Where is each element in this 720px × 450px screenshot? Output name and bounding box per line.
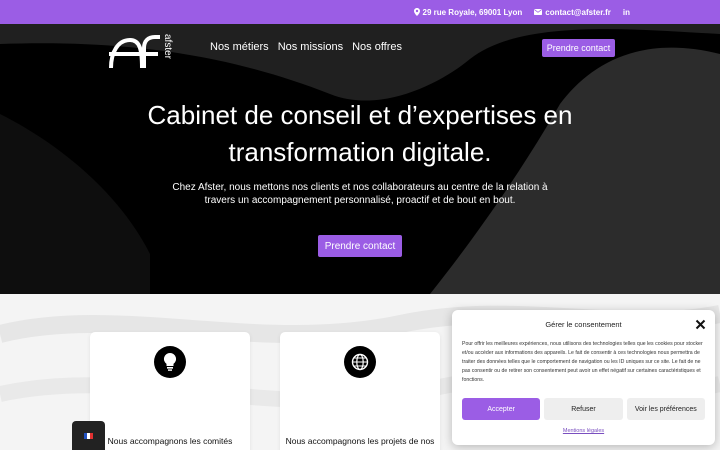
french-flag-icon xyxy=(84,432,93,439)
hero-title-line-1: Cabinet de conseil et d’expertises en xyxy=(147,100,573,130)
globe-icon xyxy=(344,346,376,378)
preferences-button[interactable]: Voir les préférences xyxy=(626,398,705,420)
main-nav: Nos métiers Nos missions Nos offres xyxy=(210,41,402,53)
hero-title: Cabinet de conseil et d’expertises en tr… xyxy=(0,97,720,171)
hero-subtitle: Chez Afster, nous mettons nos clients et… xyxy=(172,182,548,206)
cookie-consent-dialog: Gérer le consentement Pour offrir les me… xyxy=(452,310,715,445)
hero-section: afster Nos métiers Nos missions Nos offr… xyxy=(0,24,720,294)
nav-item-missions[interactable]: Nos missions xyxy=(278,41,343,53)
service-card[interactable]: Nous accompagnons les comités xyxy=(90,332,250,450)
email-item[interactable]: contact@afster.fr xyxy=(534,8,611,17)
consent-actions: Accepter Refuser Voir les préférences xyxy=(462,398,705,420)
top-contact-bar: 29 rue Royale, 69001 Lyon contact@afster… xyxy=(0,0,720,24)
address-text: 29 rue Royale, 69001 Lyon xyxy=(422,7,523,17)
consent-text: Pour offrir les meilleures expériences, … xyxy=(462,341,703,383)
service-card[interactable]: Nous accompagnons les projets de nos xyxy=(280,332,440,450)
hero-title-line-2: transformation digitale. xyxy=(228,137,492,167)
envelope-icon xyxy=(534,9,543,15)
map-pin-icon xyxy=(413,8,420,16)
service-card-text: Nous accompagnons les projets de nos xyxy=(285,436,435,446)
hero-contact-button[interactable]: Prendre contact xyxy=(318,235,402,257)
legal-notice-link[interactable]: Mentions légales xyxy=(452,428,715,434)
linkedin-icon: in xyxy=(622,7,630,17)
consent-title: Gérer le consentement xyxy=(545,320,622,329)
language-switcher[interactable] xyxy=(72,421,105,450)
service-card-text: Nous accompagnons les comités xyxy=(107,436,233,446)
accept-button[interactable]: Accepter xyxy=(462,398,541,420)
linkedin-link[interactable]: in xyxy=(623,8,630,17)
lightbulb-icon xyxy=(154,346,186,378)
email-text: contact@afster.fr xyxy=(545,7,611,17)
logo-wordmark: afster xyxy=(162,34,173,60)
close-icon[interactable] xyxy=(695,319,706,330)
address-item[interactable]: 29 rue Royale, 69001 Lyon xyxy=(413,7,523,17)
refuse-button[interactable]: Refuser xyxy=(544,398,623,420)
header-contact-button[interactable]: Prendre contact xyxy=(542,39,615,57)
afster-logo[interactable]: afster xyxy=(108,32,178,72)
nav-item-offres[interactable]: Nos offres xyxy=(352,41,402,53)
nav-item-metiers[interactable]: Nos métiers xyxy=(210,41,269,53)
